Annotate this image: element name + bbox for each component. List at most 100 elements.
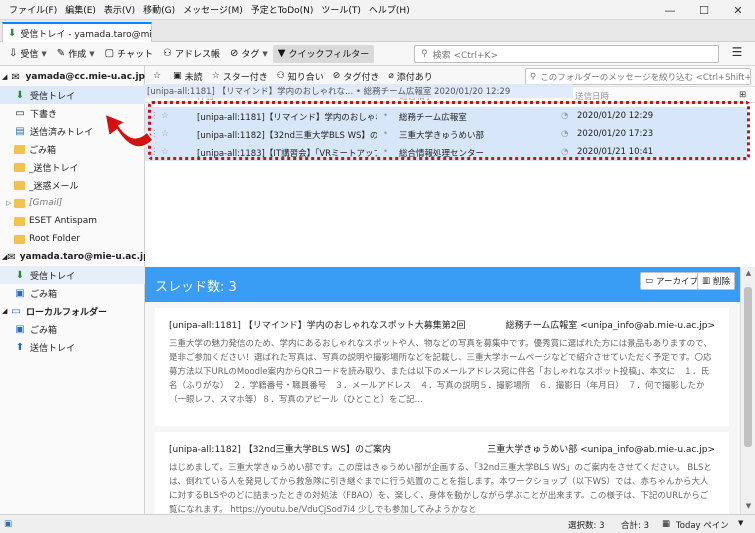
hamburger-menu-icon[interactable]: ☰ [728, 45, 746, 63]
window-controls: — ☐ ✕ [653, 0, 755, 20]
folder-trash-2[interactable]: ▣ ごみ箱 [0, 284, 145, 302]
menu-calendar[interactable]: 予定とToDo(N) [247, 3, 318, 16]
folder-label: ごみ箱 [30, 325, 58, 336]
quick-filter-button[interactable]: ▼ クイックフィルター [272, 44, 375, 63]
pin-icon[interactable]: ☆ [153, 71, 164, 81]
menu-message[interactable]: メッセージ(M) [179, 3, 247, 16]
archive-button[interactable]: ▭ アーカイブ [640, 272, 704, 290]
star-icon[interactable]: ☆ [161, 129, 169, 139]
folder-drafts[interactable]: ▭ 下書き [0, 104, 145, 122]
folder-root[interactable]: Root Folder [0, 230, 145, 248]
chevron-down-icon[interactable]: ▼ [738, 519, 743, 527]
column-picker-icon[interactable]: ⊞ [739, 90, 746, 100]
folder-label: 受信トレイ [30, 271, 76, 282]
chevron-down-icon[interactable]: ▼ [89, 50, 94, 58]
write-button[interactable]: ✎ 作成 ▼ [52, 45, 100, 63]
status-bar: ▣ 選択数: 3 合計: 3 ▦ Today ペイン ▼ [0, 514, 755, 533]
menu-go[interactable]: 移動(G) [139, 3, 179, 16]
menu-edit[interactable]: 編集(E) [61, 3, 100, 16]
folder-label: _迷惑メール [29, 181, 79, 192]
folder-trash[interactable]: ごみ箱 [0, 140, 145, 158]
filter-tagged-label: タグ付き [343, 72, 380, 83]
write-label: 作成 [68, 50, 87, 60]
message-card[interactable]: [unipa-all:1181] 【リマインド】学内のおしゃれなスポット大募集第… [155, 308, 729, 426]
address-book-button[interactable]: ⚇ アドレス帳 [158, 45, 225, 63]
folder-filter-placeholder: このフォルダーのメッセージを絞り込む <Ctrl+Shift+K> [540, 72, 751, 83]
tag-icon: ⊘ [332, 71, 341, 81]
close-button[interactable]: ✕ [721, 0, 755, 20]
search-icon: ⚲ [530, 71, 537, 82]
people-icon: ⚇ [162, 48, 172, 59]
table-row[interactable]: ⋮ ☆ [unipa-all:1181]【リマインド】学内のおしゃれな... •… [145, 107, 748, 125]
column-date[interactable]: 送信日時 [575, 90, 609, 102]
account-yamada-taro[interactable]: ◢ ✉ yamada.taro@mie-u.ac.jp [0, 248, 150, 266]
chevron-down-icon: ▼ [262, 49, 268, 58]
filter-attachment[interactable]: ⌀ 添付あり [388, 70, 432, 83]
folder-label: _送信トレイ [29, 163, 79, 174]
tab-bar: ⬇ 受信トレイ - yamada.taro@mie-... [0, 20, 755, 42]
table-row[interactable]: ⋮ ☆ [unipa-all:1182]【32nd三重大学BLS WS】の...… [145, 125, 748, 143]
address-book-label: アドレス帳 [174, 50, 220, 60]
filter-starred[interactable]: ☆ スター付き [212, 70, 268, 83]
folder-filter-input[interactable]: ⚲ このフォルダーのメッセージを絞り込む <Ctrl+Shift+K> [525, 68, 751, 85]
chat-button[interactable]: ▢ チャット [100, 45, 158, 63]
today-pane-toggle[interactable]: Today ペイン [676, 519, 729, 531]
table-row[interactable]: ⋮ ☆ [unipa-all:1183]【IT講習会】「VRミートアップ三...… [145, 143, 748, 161]
sent-icon: ▤ [15, 125, 25, 137]
scrollbar-thumb[interactable] [744, 287, 752, 447]
message-date: 2020/01/21 10:41 [577, 147, 654, 157]
folder-icon [14, 144, 25, 154]
star-icon[interactable]: ☆ [161, 111, 169, 121]
star-icon[interactable]: ☆ [161, 147, 169, 157]
local-folders[interactable]: ◢ ▭ ローカルフォルダー [0, 302, 145, 320]
folder-inbox-2[interactable]: ⬇ 受信トレイ [0, 266, 145, 284]
expand-icon[interactable]: ▷ [6, 199, 14, 207]
folder-trash-3[interactable]: ▣ ごみ箱 [0, 320, 145, 338]
account-yamada-cc[interactable]: ◢ ✉ yamada@cc.mie-u.ac.jp [0, 68, 145, 86]
scroll-up-icon[interactable]: ▲ [741, 269, 755, 277]
folder-icon [14, 198, 25, 208]
menu-file[interactable]: ファイル(F) [5, 3, 61, 16]
delete-button[interactable]: ▥ 削除 [697, 272, 736, 290]
menu-tools[interactable]: ツール(T) [317, 3, 365, 16]
minimize-button[interactable]: — [653, 0, 687, 20]
trash-icon: ▣ [15, 287, 25, 299]
folder-eset-antispam[interactable]: ESET Antispam [0, 212, 145, 230]
filter-tagged[interactable]: ⊘ タグ付き [333, 70, 380, 83]
folder-label: 下書き [30, 109, 58, 120]
menu-help[interactable]: ヘルプ(H) [365, 3, 414, 16]
read-dot-icon[interactable]: • [383, 147, 388, 157]
scroll-down-icon[interactable]: ▼ [741, 502, 755, 510]
download-icon: ⇩ [9, 48, 18, 59]
folder-inbox[interactable]: ⬇ 受信トレイ [0, 86, 145, 104]
filter-contacts[interactable]: ⚇ 知り合い [277, 70, 324, 83]
pencil-icon: ✎ [56, 48, 66, 59]
folder-spam-custom[interactable]: _迷惑メール [0, 176, 145, 194]
message-subject: [unipa-all:1181]【リマインド】学内のおしゃれな... [197, 113, 377, 123]
folder-label: 送信トレイ [30, 343, 76, 354]
junk-icon[interactable]: ◔ [561, 129, 568, 139]
maximize-button[interactable]: ☐ [687, 0, 721, 20]
menu-view[interactable]: 表示(V) [100, 3, 139, 16]
folder-outbox[interactable]: ⬆ 送信トレイ [0, 338, 145, 356]
get-mail-button[interactable]: ⇩ 受信 ▼ [4, 45, 52, 63]
quick-filter-label: クイックフィルター [288, 50, 370, 60]
collapse-icon[interactable]: ◢ [2, 307, 10, 315]
message-card[interactable]: [unipa-all:1182] 【32nd三重大学BLS WS】のご案内 三重… [155, 432, 729, 514]
junk-icon[interactable]: ◔ [561, 147, 568, 157]
chevron-down-icon[interactable]: ▼ [41, 50, 46, 58]
global-search-input[interactable]: ⚲ 検索 <Ctrl+K> [414, 45, 719, 63]
folder-gmail[interactable]: ▷ [Gmail] [0, 194, 145, 212]
card-subject: [unipa-all:1181] 【リマインド】学内のおしゃれなスポット大募集第… [169, 321, 466, 331]
tab-inbox[interactable]: ⬇ 受信トレイ - yamada.taro@mie-... [2, 22, 152, 42]
preview-scrollbar[interactable]: ▲ ▼ [740, 267, 755, 514]
junk-icon[interactable]: ◔ [561, 111, 568, 121]
outbox-icon: ⬆ [15, 341, 25, 353]
folder-sent[interactable]: ▤ 送信済みトレイ [0, 122, 145, 140]
folder-outbox-custom[interactable]: _送信トレイ [0, 158, 145, 176]
filter-unread[interactable]: ▣ 未読 [173, 70, 203, 83]
read-dot-icon[interactable]: • [383, 111, 388, 121]
tag-button[interactable]: ⊘ タグ ▼ [225, 45, 273, 63]
read-dot-icon[interactable]: • [383, 129, 388, 139]
collapse-icon[interactable]: ◢ [2, 73, 10, 81]
